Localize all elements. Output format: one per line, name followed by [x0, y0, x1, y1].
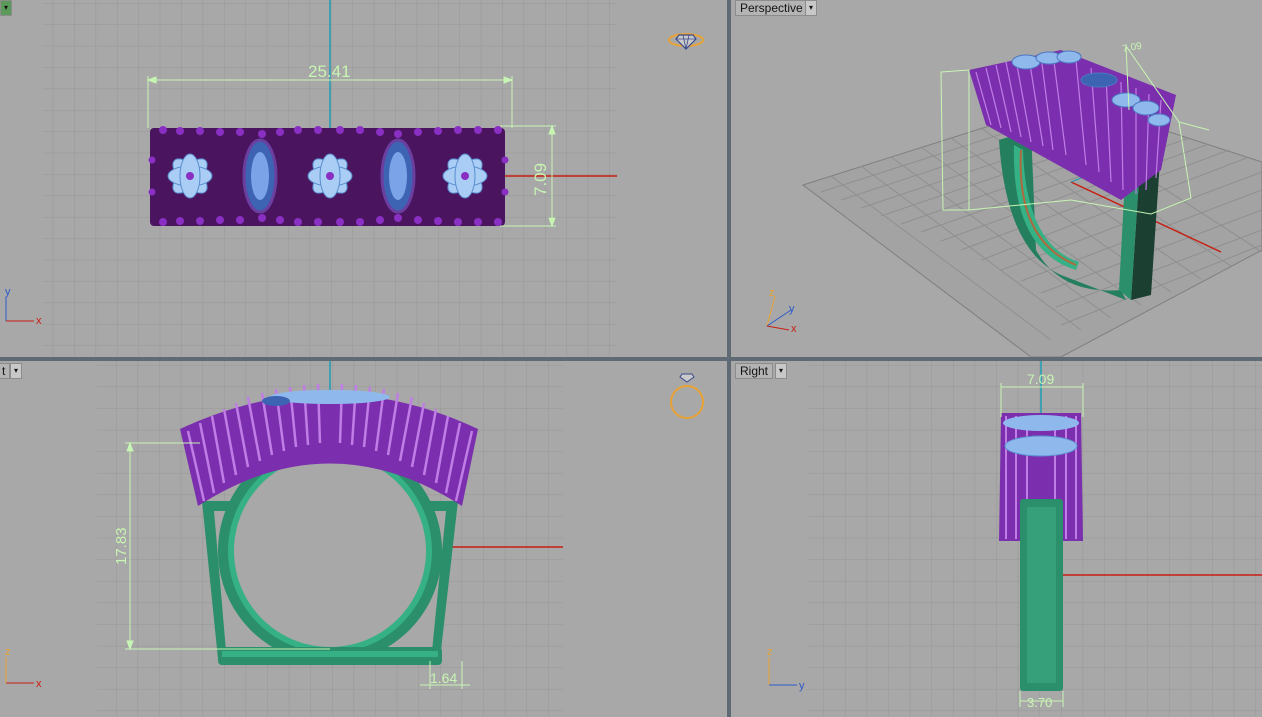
axis-x-label: x: [791, 323, 797, 335]
viewport-menu-button[interactable]: ▾: [0, 0, 12, 16]
front-viewport[interactable]: 17.83 1.64 z x t ▾: [0, 361, 727, 717]
axis-z-label: z: [5, 646, 11, 658]
axis-z-label: z: [767, 646, 773, 658]
dimension-width-label: 25.41: [308, 62, 351, 81]
axis-z-label: z: [769, 287, 775, 299]
ring-front-model[interactable]: [180, 383, 478, 665]
axis-y-label: y: [789, 303, 795, 315]
right-viewport[interactable]: 7.09 3.70 z y Right ▾: [731, 361, 1262, 717]
viewport-label-front[interactable]: t: [0, 363, 11, 379]
dimension-thickness-label: 1.64: [430, 670, 457, 686]
perspective-viewport[interactable]: 7.09 z y x Perspective ▾: [731, 0, 1262, 357]
chevron-down-icon[interactable]: ▾: [10, 363, 22, 379]
chevron-down-icon[interactable]: ▾: [775, 363, 787, 379]
axis-x-label: x: [36, 678, 42, 690]
dimension-width-label: 7.09: [1027, 371, 1054, 387]
dimension-height-label: 17.83: [113, 527, 130, 565]
top-viewport-canvas[interactable]: 25.41 7.09 y x: [0, 0, 727, 357]
dimension-bottom-label: 3.70: [1027, 695, 1052, 710]
right-viewport-canvas[interactable]: 7.09 3.70 z y: [731, 361, 1262, 717]
front-viewport-canvas[interactable]: 17.83 1.64 z x: [0, 361, 727, 717]
viewport-label-perspective[interactable]: Perspective: [735, 0, 808, 16]
top-viewport[interactable]: 25.41 7.09 y x ▾: [0, 0, 727, 357]
viewport-label-right[interactable]: Right: [735, 363, 774, 379]
ring-top-model[interactable]: [148, 126, 509, 226]
perspective-viewport-canvas[interactable]: 7.09 z y x: [731, 0, 1262, 357]
axis-y-label: y: [799, 680, 805, 692]
axis-y-label: y: [5, 286, 11, 298]
chevron-down-icon[interactable]: ▾: [805, 0, 817, 16]
dimension-height-label: 7.09: [531, 163, 550, 196]
axis-x-label: x: [36, 315, 42, 327]
